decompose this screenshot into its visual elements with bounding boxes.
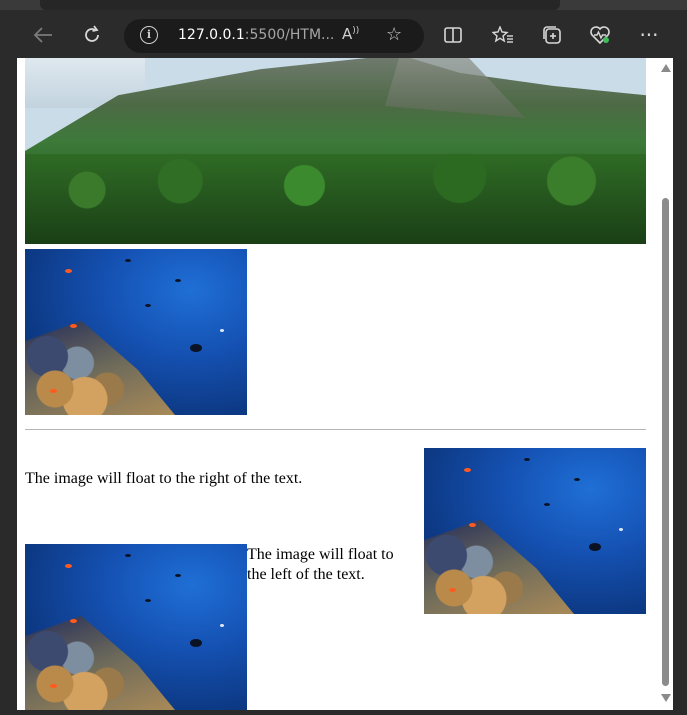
active-tab[interactable] <box>40 0 560 10</box>
fish <box>65 564 72 568</box>
fish <box>190 344 202 352</box>
fish <box>544 503 550 506</box>
scroll-thumb[interactable] <box>662 198 669 686</box>
reef-image-float-left <box>25 544 247 710</box>
fish <box>50 684 57 688</box>
url-text[interactable]: 127.0.0.1:5500/HTM... <box>178 27 334 43</box>
read-aloud-icon[interactable]: A)) <box>342 25 359 43</box>
fish <box>145 599 151 602</box>
float-left-text: The image will float to the left of the … <box>247 546 394 583</box>
tab-strip <box>0 0 687 10</box>
float-right-text: The image will float to the right of the… <box>25 470 303 487</box>
favorites-list-icon[interactable] <box>488 20 518 50</box>
fish <box>524 458 530 461</box>
browser-essentials-icon[interactable] <box>585 20 615 50</box>
window-frame-left <box>0 58 17 715</box>
refresh-icon[interactable] <box>77 20 107 50</box>
info-icon[interactable]: i <box>140 26 158 44</box>
mountain-image <box>25 58 646 244</box>
fish <box>70 324 77 328</box>
fish <box>464 468 471 472</box>
fish <box>469 523 476 527</box>
scroll-up-arrow-icon[interactable] <box>661 64 671 72</box>
fish <box>449 588 456 592</box>
fish <box>65 269 72 273</box>
fish <box>125 554 131 557</box>
back-arrow-icon[interactable] <box>28 20 58 50</box>
reef-coral <box>424 490 574 614</box>
vertical-scrollbar[interactable] <box>659 58 673 710</box>
window-frame-bottom <box>0 710 687 715</box>
scroll-down-arrow-icon[interactable] <box>661 694 671 702</box>
mountain-trees <box>25 154 646 244</box>
browser-toolbar: i 127.0.0.1:5500/HTM... A)) ☆ ··· <box>0 0 687 60</box>
fish <box>619 528 623 531</box>
collections-icon[interactable] <box>537 20 567 50</box>
fish <box>574 478 580 481</box>
reef-image-float-right <box>424 448 646 614</box>
reef-coral <box>25 586 175 710</box>
fish <box>145 304 151 307</box>
reef-coral <box>25 291 175 415</box>
fish <box>175 574 181 577</box>
more-icon[interactable]: ··· <box>634 20 664 50</box>
url-host: 127.0.0.1 <box>178 27 245 43</box>
reef-image <box>25 249 247 415</box>
fish <box>70 619 77 623</box>
window-frame-right <box>673 58 687 715</box>
fish <box>175 279 181 282</box>
split-screen-icon[interactable] <box>438 20 468 50</box>
favorite-star-icon[interactable]: ☆ <box>386 24 402 45</box>
page-viewport: The image will float to the right of the… <box>17 58 673 710</box>
fish <box>190 639 202 647</box>
fish <box>589 543 601 551</box>
horizontal-rule <box>25 429 646 430</box>
fish <box>220 624 224 627</box>
url-path: :5500/HTM... <box>244 27 335 43</box>
fish <box>125 259 131 262</box>
fish <box>220 329 224 332</box>
fish <box>50 389 57 393</box>
address-bar[interactable]: i 127.0.0.1:5500/HTM... A)) ☆ <box>124 19 424 53</box>
